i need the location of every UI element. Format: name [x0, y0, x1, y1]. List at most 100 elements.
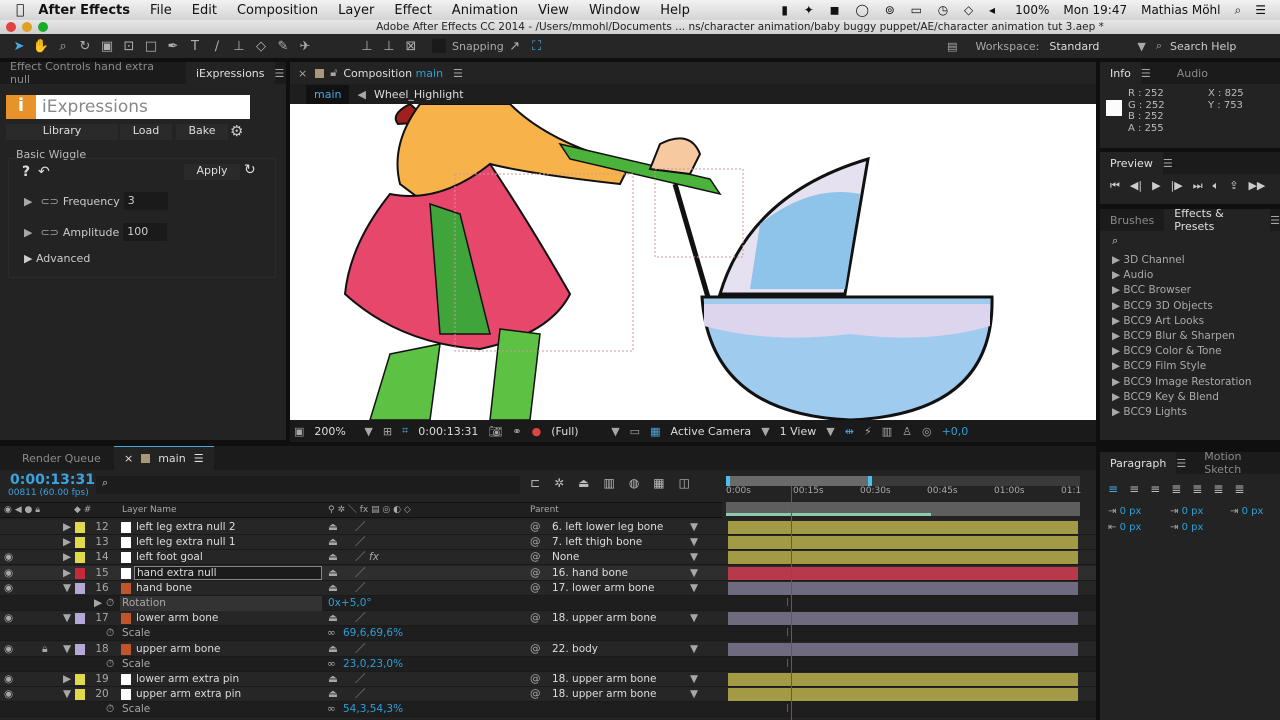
shy-switch-icon[interactable]: ⏏ [328, 520, 338, 535]
expand-icon[interactable]: ▶ [63, 672, 71, 687]
magnification-select[interactable]: 200% [314, 425, 354, 438]
property-row[interactable]: ⏱︎ ▶ Rotation 0x+5,0° I [0, 596, 1096, 611]
layer-name[interactable]: hand extra null [134, 565, 322, 580]
snap-feather-icon[interactable]: ⛶ [526, 39, 548, 54]
label-color[interactable] [75, 582, 85, 594]
time-ruler[interactable]: 0:00s 00:15s 00:30s 00:45s 01:00s 01:1 [726, 486, 1081, 500]
property-value[interactable]: 0x+5,0° [328, 596, 372, 611]
help-icon[interactable]: ? [22, 164, 30, 180]
panel-menu-icon[interactable]: ☰ [275, 67, 285, 80]
library-button[interactable]: Library [6, 124, 118, 140]
link-icon[interactable]: ⊂⊃ [40, 195, 58, 208]
pick-whip-icon[interactable]: @ [530, 520, 541, 535]
collapse-icon[interactable]: ▼ [63, 581, 71, 596]
quality-switch-icon[interactable]: ／ [355, 550, 366, 565]
quality-switch-icon[interactable]: ／ [355, 611, 366, 626]
pick-whip-icon[interactable]: @ [530, 581, 541, 596]
visibility-eye-icon[interactable]: ◉ [4, 611, 13, 626]
first-frame-icon[interactable]: ⏮ [1110, 179, 1120, 193]
advanced-toggle[interactable]: ▶ Advanced [24, 252, 90, 265]
expand-icon[interactable]: ▶ [63, 520, 71, 535]
shy-switch-icon[interactable]: ⏏ [328, 611, 338, 626]
shy-switch-icon[interactable]: ⏏ [328, 687, 338, 702]
comp-mini-flowchart-icon[interactable]: ⊏ [530, 476, 540, 490]
transparency-grid-icon[interactable]: ▦ [650, 425, 660, 438]
visibility-eye-icon[interactable]: ◉ [4, 687, 13, 702]
property-row[interactable]: ⏱︎ Scale ∞ 23,0,23,0% I [0, 656, 1096, 672]
effect-category[interactable]: ▶ BCC9 Lights [1100, 405, 1280, 420]
parent-dropdown-icon[interactable]: ▼ [690, 642, 698, 657]
axis-world-icon[interactable]: ⊥ [378, 39, 400, 54]
align-left-icon[interactable]: ≡ [1108, 482, 1118, 496]
label-color[interactable] [75, 567, 85, 579]
play-icon[interactable]: ▶ [1152, 179, 1160, 193]
bake-button[interactable]: Bake [176, 124, 228, 140]
timeline-icon[interactable]: ▥ [882, 425, 892, 438]
close-window-button[interactable] [6, 22, 16, 32]
constrain-proportions-icon[interactable]: ∞ [327, 702, 336, 717]
label-color[interactable] [75, 643, 85, 655]
frequency-field[interactable]: 3 [123, 192, 168, 210]
camera-select[interactable]: Active Camera [670, 425, 751, 438]
visibility-eye-icon[interactable]: ◉ [4, 550, 13, 565]
draft-3d-icon[interactable]: ✲ [554, 476, 564, 490]
visibility-eye-icon[interactable]: ◉ [4, 672, 13, 687]
layer-name[interactable]: lower arm extra pin [134, 672, 322, 687]
collapse-icon[interactable]: ▼ [63, 687, 71, 702]
pick-whip-icon[interactable]: @ [530, 672, 541, 687]
dropdown-icon[interactable]: ▼ [611, 425, 619, 438]
indent-left-field[interactable]: 0 px [1120, 506, 1142, 517]
quality-switch-icon[interactable]: ／ [355, 566, 366, 581]
text-tool-icon[interactable]: T [184, 39, 206, 54]
layer-duration-bar[interactable] [728, 551, 1078, 565]
graph-editor-icon[interactable]: ◫ [679, 476, 690, 490]
layer-row[interactable]: ◉ ▶ 15 hand extra null ⏏ ／ @16. hand bone ▼ [0, 565, 1096, 581]
menu-layer[interactable]: Layer [338, 3, 374, 18]
dropdown-icon[interactable]: ▼ [826, 425, 834, 438]
roto-brush-tool-icon[interactable]: ✎ [272, 39, 294, 54]
rotate-tool-icon[interactable]: ↻ [74, 39, 96, 54]
effect-category[interactable]: ▶ BCC9 Image Restoration [1100, 375, 1280, 390]
parent-dropdown-icon[interactable]: ▼ [690, 566, 698, 581]
effect-category[interactable]: ▶ BCC9 Blur & Sharpen [1100, 329, 1280, 344]
layer-duration-bar[interactable] [728, 688, 1078, 702]
tab-paragraph[interactable]: Paragraph [1100, 452, 1177, 474]
constrain-proportions-icon[interactable]: ∞ [327, 626, 336, 641]
parent-select[interactable]: 18. upper arm bone [552, 611, 702, 626]
parent-dropdown-icon[interactable]: ▼ [690, 672, 698, 687]
layer-duration-bar[interactable] [728, 521, 1078, 534]
label-color[interactable] [75, 552, 85, 564]
align-right-icon[interactable]: ≡ [1150, 482, 1160, 496]
search-help-input[interactable]: Search Help [1170, 40, 1280, 53]
effects-search-input[interactable]: ⌕ [1100, 231, 1280, 251]
flowchart-icon[interactable]: ♙ [902, 425, 912, 438]
zoom-tool-icon[interactable]: ⌕ [52, 39, 74, 54]
puppet-pin-tool-icon[interactable]: ✈ [294, 39, 316, 54]
layer-name[interactable]: left leg extra null 2 [134, 520, 322, 535]
panel-menu-icon[interactable]: ☰ [1176, 457, 1186, 470]
stopwatch-icon[interactable]: ⏱︎ [106, 626, 114, 641]
spotlight-icon[interactable]: ⌕ [1235, 3, 1242, 18]
exposure-icon[interactable]: ◎ [922, 425, 932, 438]
composition-viewer[interactable] [290, 104, 1096, 420]
parent-select[interactable]: None [552, 550, 702, 565]
motion-blur-icon[interactable]: ◍ [629, 476, 639, 490]
stopwatch-icon[interactable]: ⏱︎ [106, 657, 114, 672]
effect-category[interactable]: ▶ 3D Channel [1100, 253, 1280, 268]
justify-center-icon[interactable]: ≣ [1192, 482, 1202, 496]
selection-tool-icon[interactable]: ➤ [8, 39, 30, 54]
link-icon[interactable]: ⊂⊃ [40, 226, 58, 239]
property-value[interactable]: 23,0,23,0% [343, 657, 403, 672]
effect-category[interactable]: ▶ BCC9 Art Looks [1100, 314, 1280, 329]
work-area-bar[interactable] [726, 502, 1080, 516]
tab-main-timeline[interactable]: × main ☰ [114, 446, 214, 470]
parent-dropdown-icon[interactable]: ▼ [690, 581, 698, 596]
tab-preview[interactable]: Preview [1100, 152, 1163, 174]
quality-switch-icon[interactable]: ／ [355, 687, 366, 702]
label-color[interactable] [75, 689, 85, 701]
pick-whip-icon[interactable]: @ [530, 611, 541, 626]
menu-window[interactable]: Window [589, 3, 640, 18]
next-frame-icon[interactable]: |▶ [1171, 179, 1183, 193]
effect-category[interactable]: ▶ BCC9 Color & Tone [1100, 344, 1280, 359]
first-line-indent-field[interactable]: 0 px [1242, 506, 1264, 517]
